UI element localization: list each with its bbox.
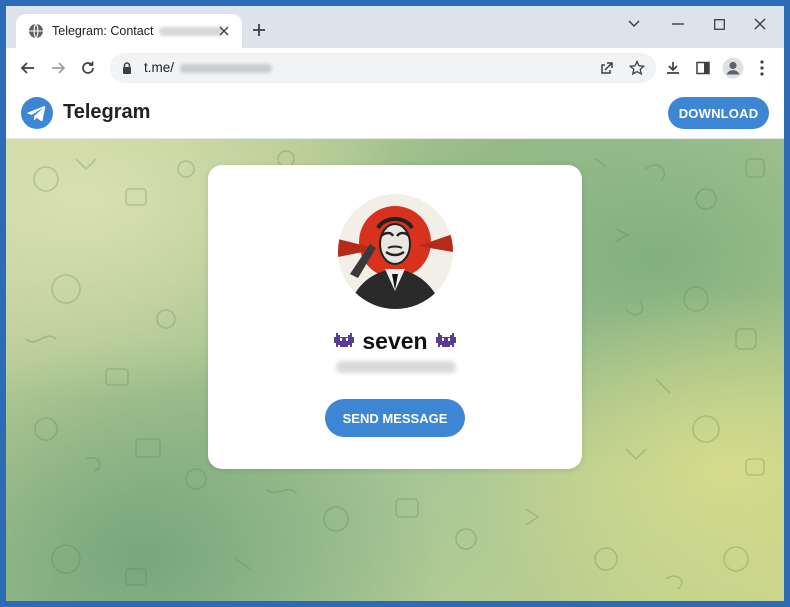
share-icon[interactable] xyxy=(596,57,618,79)
forward-button[interactable] xyxy=(44,54,72,82)
site-header: Telegram DOWNLOAD xyxy=(6,88,784,139)
minimize-button[interactable] xyxy=(658,10,698,38)
contact-avatar xyxy=(338,194,453,309)
close-tab-icon[interactable] xyxy=(216,23,232,39)
bookmark-star-icon[interactable] xyxy=(626,57,648,79)
contact-card: seven SEND MESSAGE xyxy=(208,165,582,469)
reload-button[interactable] xyxy=(74,54,102,82)
tab-title-redacted xyxy=(159,26,224,36)
globe-icon xyxy=(28,23,44,39)
address-bar[interactable]: t.me/ xyxy=(110,53,656,83)
profile-avatar-icon[interactable] xyxy=(719,54,747,82)
contact-name: seven xyxy=(362,327,428,354)
tab-strip: Telegram: Contact xyxy=(6,6,784,48)
tab-search-button[interactable] xyxy=(614,10,654,38)
contact-username-redacted xyxy=(336,361,456,373)
site-brand[interactable]: Telegram xyxy=(63,101,150,124)
alien-monster-icon xyxy=(332,329,356,354)
contact-name-row: seven xyxy=(208,325,582,357)
active-tab[interactable]: Telegram: Contact xyxy=(16,14,242,48)
browser-window: Telegram: Contact t.me/ Telegram DOWNLOA… xyxy=(6,6,784,601)
menu-kebab-icon[interactable] xyxy=(748,54,776,82)
back-button[interactable] xyxy=(14,54,42,82)
telegram-logo-icon[interactable] xyxy=(20,96,54,130)
alien-monster-icon xyxy=(434,329,458,354)
url-redacted xyxy=(180,64,272,73)
side-panel-icon[interactable] xyxy=(689,54,717,82)
close-window-button[interactable] xyxy=(740,10,780,38)
lock-icon[interactable] xyxy=(120,61,134,75)
browser-toolbar: t.me/ xyxy=(6,48,784,89)
download-icon[interactable] xyxy=(659,54,687,82)
new-tab-button[interactable] xyxy=(248,19,270,41)
tab-title: Telegram: Contact xyxy=(52,24,154,38)
url-text: t.me/ xyxy=(144,60,175,75)
download-button[interactable]: DOWNLOAD xyxy=(668,97,769,129)
maximize-button[interactable] xyxy=(699,10,739,38)
send-message-button[interactable]: SEND MESSAGE xyxy=(325,399,465,437)
